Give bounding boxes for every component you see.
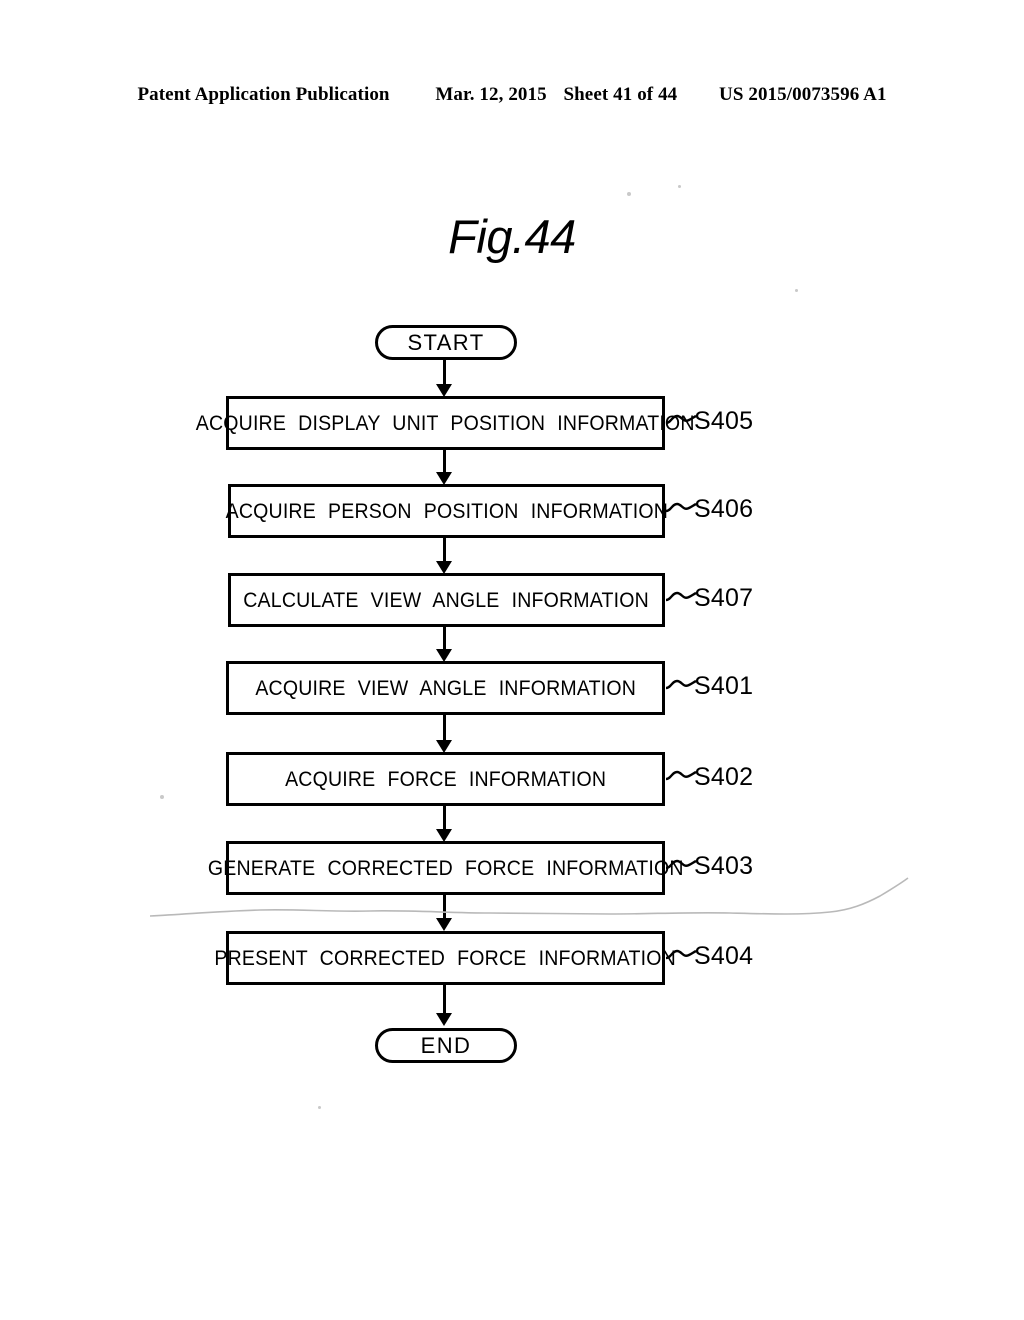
flowchart-step-box-1: ACQUIRE DISPLAY UNIT POSITION INFORMATIO… <box>196 396 695 450</box>
flowchart-end-terminator: END <box>375 1028 517 1063</box>
page-speck-2 <box>678 185 681 188</box>
step-1-text: ACQUIRE DISPLAY UNIT POSITION INFORMATIO… <box>196 411 695 435</box>
arrowhead-step-6-to-step-7 <box>436 918 452 931</box>
page-speck-5 <box>795 289 798 292</box>
leader-squiggle-4 <box>665 679 697 690</box>
end-terminator-label: END <box>420 1032 472 1058</box>
step-3-text: CALCULATE VIEW ANGLE INFORMATION <box>243 588 650 612</box>
step-6-text: GENERATE CORRECTED FORCE INFORMATION <box>207 856 684 880</box>
flowchart-step-box-5: ACQUIRE FORCE INFORMATION <box>226 752 665 806</box>
arrowhead-step-7-to-end <box>436 1013 452 1026</box>
flowchart-step-box-4: ACQUIRE VIEW ANGLE INFORMATION <box>226 661 665 715</box>
step-4-reference-label: S401 <box>694 672 754 700</box>
leader-squiggle-6 <box>665 859 697 870</box>
step-5-text: ACQUIRE FORCE INFORMATION <box>284 767 607 791</box>
step-6-reference-label: S403 <box>694 852 754 880</box>
start-terminator-label: START <box>407 329 485 355</box>
flowchart-diagram: START ACQUIRE DISPLAY UNIT POSITION INFO… <box>0 0 1024 1320</box>
leader-squiggle-2 <box>665 502 697 513</box>
step-7-reference-label: S404 <box>694 942 754 970</box>
page-speck-1 <box>627 192 631 196</box>
leader-squiggle-5 <box>665 770 697 781</box>
connector-start-to-step-1 <box>443 360 446 387</box>
leader-squiggle-7 <box>665 949 697 960</box>
leader-squiggle-3 <box>665 591 697 602</box>
step-7-text: PRESENT CORRECTED FORCE INFORMATION <box>214 946 677 970</box>
step-5-reference-label: S402 <box>694 763 754 791</box>
step-1-reference-label: S405 <box>694 407 754 435</box>
leader-squiggle-1 <box>665 414 697 425</box>
flowchart-start-terminator: START <box>375 325 517 360</box>
page-speck-4 <box>318 1106 321 1109</box>
step-2-text: ACQUIRE PERSON POSITION INFORMATION <box>225 499 668 523</box>
step-4-text: ACQUIRE VIEW ANGLE INFORMATION <box>255 676 636 700</box>
flowchart-step-box-6: GENERATE CORRECTED FORCE INFORMATION <box>208 841 683 895</box>
flowchart-step-box-7: PRESENT CORRECTED FORCE INFORMATION <box>215 931 676 985</box>
flowchart-step-box-2: ACQUIRE PERSON POSITION INFORMATION <box>225 484 668 538</box>
step-2-reference-label: S406 <box>694 495 754 523</box>
page-speck-3 <box>160 795 164 799</box>
step-3-reference-label: S407 <box>694 584 754 612</box>
flowchart-step-box-3: CALCULATE VIEW ANGLE INFORMATION <box>228 573 665 627</box>
